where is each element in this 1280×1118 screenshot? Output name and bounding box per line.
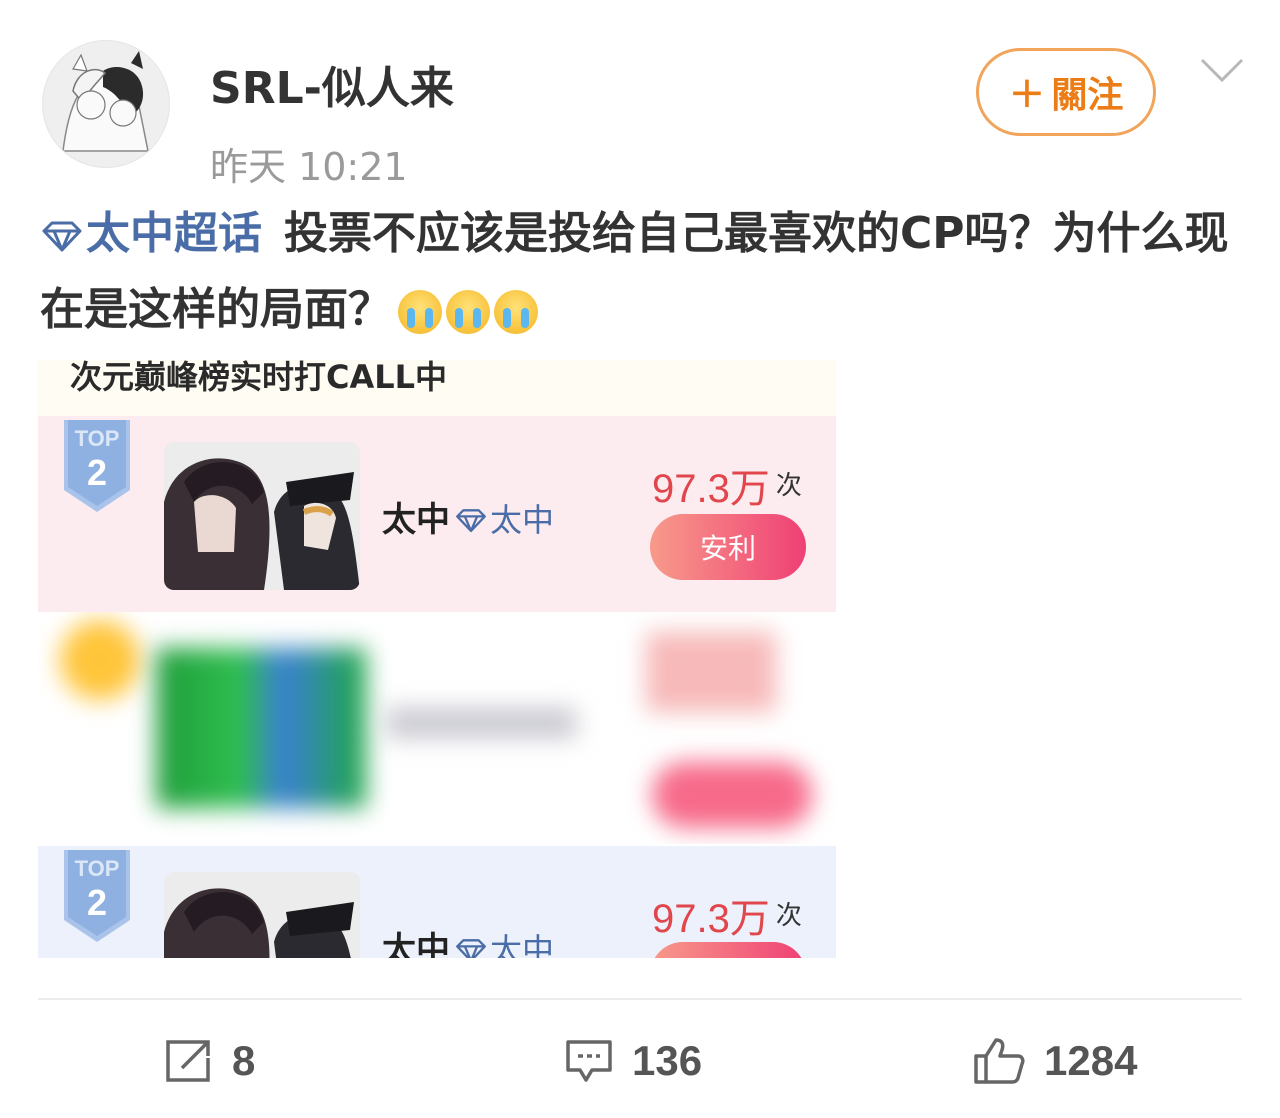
comment-count: 136 (632, 1037, 703, 1084)
comment-icon (566, 1040, 612, 1082)
cp-name-text: 太中 (382, 930, 450, 958)
follow-label: 關注 (1051, 75, 1124, 116)
topic-link[interactable]: 太中超话 (40, 208, 262, 259)
vote-count-unit: 次 (775, 470, 802, 500)
cp-name[interactable]: 太中 太中 (382, 492, 554, 541)
emoji-row (398, 282, 542, 358)
cp-artwork (164, 872, 360, 958)
plus-icon: + (1008, 66, 1046, 118)
crying-face-icon (446, 290, 490, 334)
anli-button[interactable] (650, 942, 806, 958)
rank-badge: TOP 2 (64, 850, 130, 942)
cp-tag-text: 太中 (490, 501, 555, 539)
cp-name[interactable]: 太中 太中 (382, 922, 554, 958)
blurred-name (386, 708, 576, 738)
divider (38, 998, 1242, 1000)
blurred-thumbnail (156, 648, 366, 808)
share-button[interactable]: 8 (164, 1030, 255, 1092)
blurred-badge (60, 620, 140, 700)
blurred-rank-card (38, 612, 836, 844)
share-count: 8 (232, 1037, 256, 1084)
post-image[interactable]: 次元巅峰榜实时打CALL中 TOP 2 太中 太中 97.3万 次 安利 TOP… (38, 360, 836, 958)
rank-badge-top: TOP (74, 856, 120, 881)
cp-artwork (164, 442, 360, 590)
image-header-text: 次元巅峰榜实时打CALL中 (70, 360, 448, 396)
cp-name-text: 太中 (382, 500, 450, 540)
crying-face-icon (494, 290, 538, 334)
username[interactable]: SRL-似人来 (210, 52, 454, 116)
rank-badge: TOP 2 (64, 420, 130, 512)
diamond-icon (42, 221, 82, 252)
rank-badge-number: 2 (86, 882, 108, 923)
diamond-icon (456, 939, 486, 958)
like-button[interactable]: 1284 (972, 1030, 1137, 1092)
vote-count-value: 97.3万 (652, 467, 770, 511)
like-count: 1284 (1044, 1037, 1138, 1084)
crying-face-icon (398, 290, 442, 334)
blurred-count (646, 632, 776, 712)
vote-count-unit: 次 (775, 900, 802, 930)
share-icon (166, 1040, 210, 1082)
rank-card: TOP 2 太中 太中 97.3万次 (38, 846, 836, 958)
vote-count-value: 97.3万 (652, 897, 770, 941)
follow-button[interactable]: + 關注 (976, 48, 1156, 136)
avatar-illustration (43, 41, 169, 167)
post-content: 太中超话 投票不应该是投给自己最喜欢的CP吗？为什么现在是这样的局面？ (40, 196, 1240, 358)
cp-thumbnail (164, 872, 360, 958)
anli-button[interactable]: 安利 (650, 514, 806, 580)
diamond-icon (456, 509, 486, 533)
cp-thumbnail (164, 442, 360, 590)
blurred-button (652, 762, 812, 828)
thumbs-up-icon (974, 1038, 1025, 1084)
rank-badge-top: TOP (74, 426, 120, 451)
avatar[interactable] (42, 40, 170, 168)
post-timestamp: 昨天 10:21 (210, 145, 408, 189)
rank-badge-number: 2 (86, 452, 108, 493)
cp-tag: 太中 (450, 501, 554, 539)
cp-tag-text: 太中 (490, 931, 555, 958)
topic-label: 太中超话 (86, 208, 262, 259)
image-header: 次元巅峰榜实时打CALL中 (38, 360, 836, 416)
vote-count: 97.3万次 (652, 886, 802, 944)
chevron-down-icon[interactable] (1198, 56, 1246, 86)
comment-button[interactable]: 136 (564, 1030, 702, 1092)
vote-count: 97.3万次 (652, 456, 802, 514)
cp-tag: 太中 (450, 931, 554, 958)
rank-card: TOP 2 太中 太中 97.3万次 安利 (38, 416, 836, 612)
